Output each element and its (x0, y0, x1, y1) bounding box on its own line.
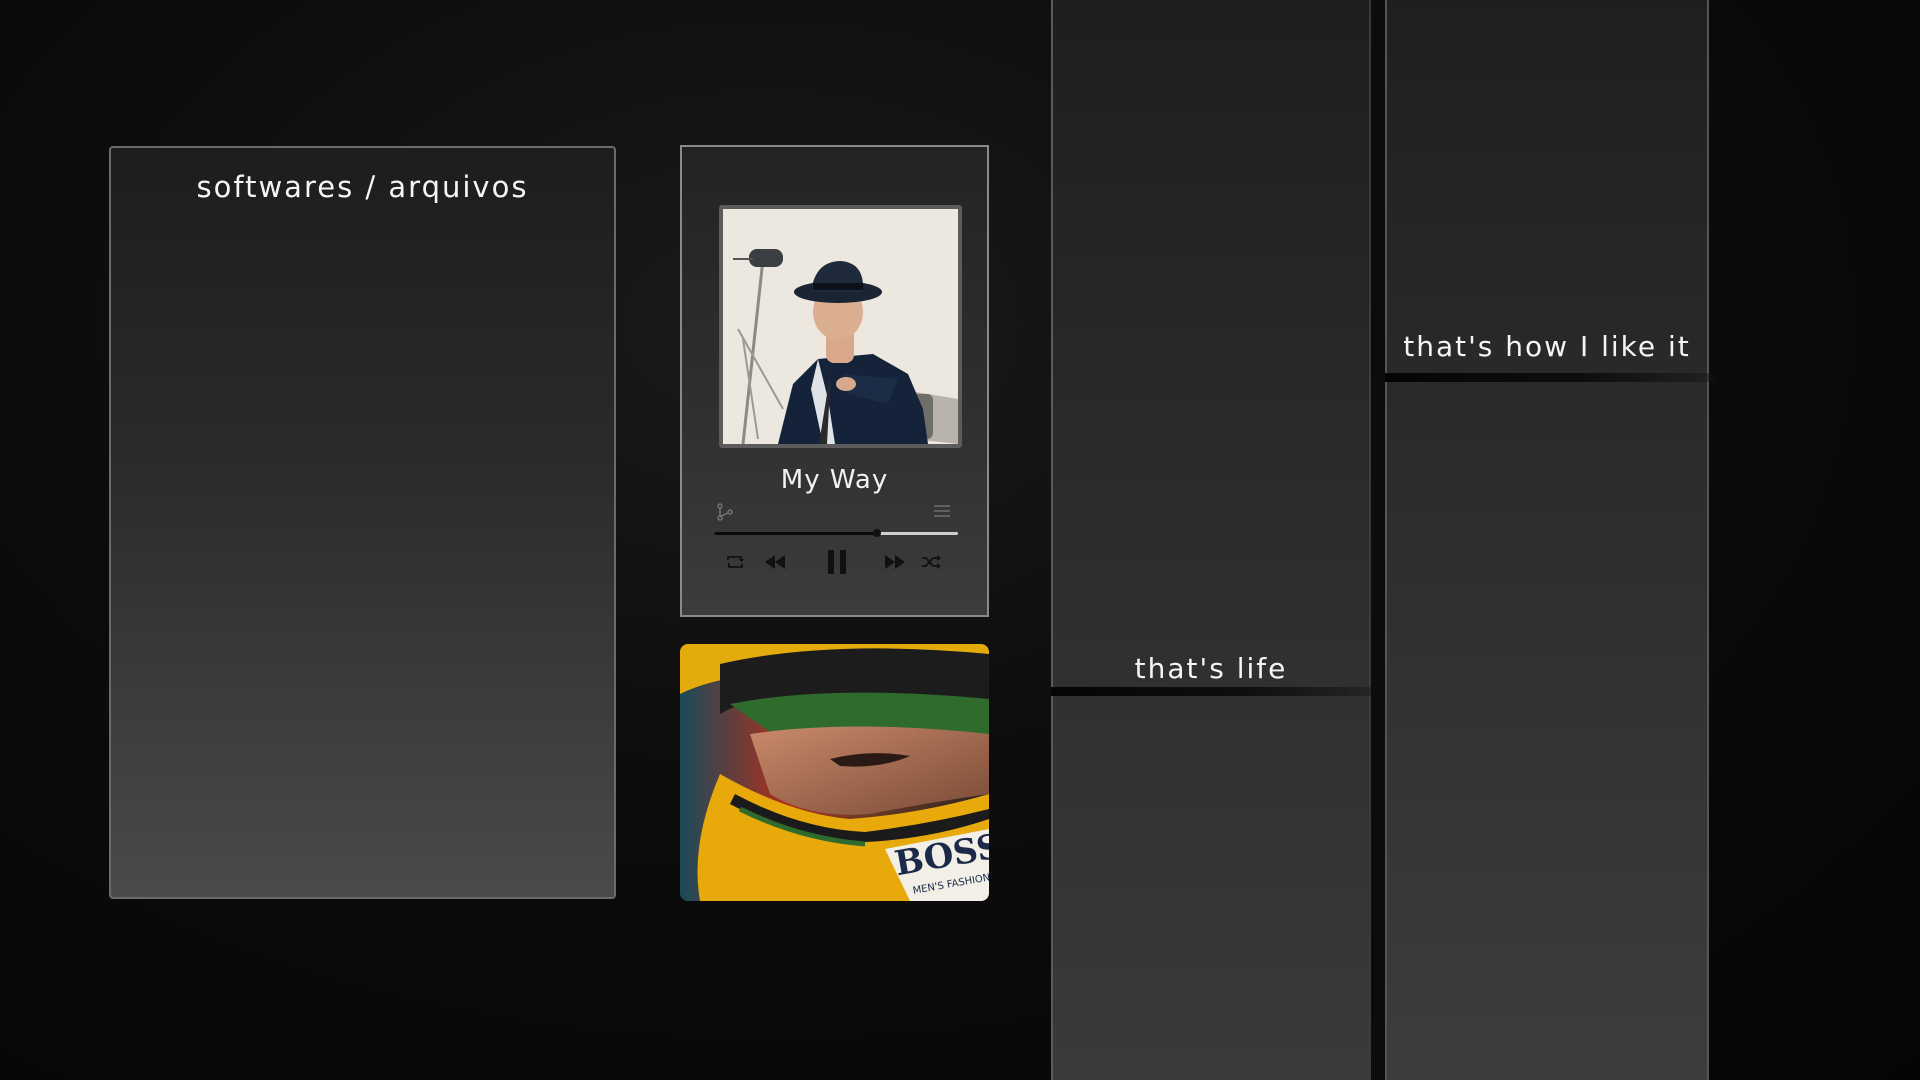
shuffle-icon[interactable] (918, 545, 944, 579)
progress-bar[interactable] (714, 529, 958, 537)
column-thats-life (1051, 0, 1371, 1080)
column-thats-how-i-like-it (1385, 0, 1709, 1080)
pause-icon[interactable] (822, 545, 852, 579)
caption-thats-life: that's life (1134, 652, 1288, 685)
fast-forward-icon[interactable] (880, 545, 910, 579)
divider-thats-how-i-like-it (1385, 373, 1715, 382)
share-icon[interactable] (716, 503, 734, 521)
album-cover-image (723, 209, 958, 444)
playback-controls (682, 545, 987, 579)
files-panel-title: softwares / arquivos (196, 170, 529, 204)
helmet-photo: BOSS MEN'S FASHION (680, 644, 989, 901)
progress-fill (714, 532, 878, 535)
song-title: My Way (780, 465, 889, 495)
music-player: My Way (680, 145, 989, 617)
files-panel: softwares / arquivos (109, 146, 616, 899)
progress-knob[interactable] (873, 529, 882, 537)
column-gap (1371, 0, 1385, 1080)
rewind-icon[interactable] (760, 545, 790, 579)
repeat-icon[interactable] (722, 545, 748, 579)
caption-thats-how-i-like-it: that's how I like it (1403, 330, 1691, 363)
album-cover (719, 205, 962, 448)
queue-icon[interactable] (933, 503, 951, 519)
divider-thats-life (1051, 687, 1371, 696)
